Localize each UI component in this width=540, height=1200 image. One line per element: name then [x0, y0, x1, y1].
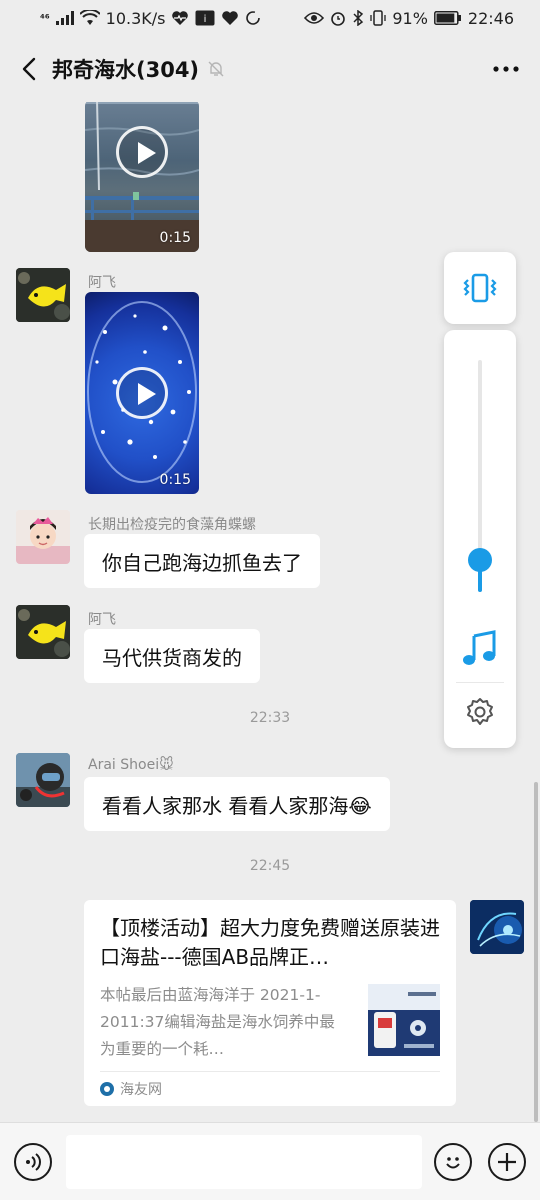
- voice-input-icon[interactable]: [14, 1143, 52, 1181]
- play-icon[interactable]: [116, 126, 168, 178]
- sender-name: 阿飞: [88, 275, 116, 291]
- network-type: ⁴⁶: [40, 11, 50, 25]
- vibrate-mode-button[interactable]: [444, 252, 516, 324]
- plus-icon[interactable]: [488, 1143, 526, 1181]
- message-text: 马代供货商发的: [102, 645, 242, 670]
- settings-gear-icon[interactable]: [464, 696, 496, 728]
- vibrate-status-icon: [370, 10, 386, 26]
- video-duration: 0:15: [159, 472, 191, 488]
- network-speed: 10.3K/s: [105, 8, 166, 28]
- heart-rate-icon: [172, 11, 189, 25]
- volume-slider-thumb[interactable]: [468, 547, 492, 572]
- app-notification-icon: i: [195, 10, 215, 26]
- text-message[interactable]: 看看人家那水 看看人家那海😂: [84, 777, 390, 831]
- chat-header: 邦奇海水(304): [0, 36, 540, 102]
- music-note-icon[interactable]: [460, 628, 500, 668]
- signal-icon: [55, 11, 74, 25]
- emoji-icon[interactable]: [434, 1143, 472, 1181]
- alarm-icon: [331, 12, 346, 26]
- back-icon[interactable]: [14, 49, 44, 89]
- sender-name: 长期出检疫完的食藻角蝶螺: [88, 517, 256, 533]
- vibrate-icon: [463, 273, 497, 303]
- heart-icon: [222, 11, 239, 25]
- chat-title: 邦奇海水(304): [52, 58, 200, 82]
- sender-name: 阿飞: [88, 612, 116, 628]
- timestamp: 22:45: [249, 858, 291, 874]
- card-thumbnail: [368, 984, 440, 1056]
- avatar[interactable]: [16, 268, 70, 322]
- source-logo-icon: [100, 1082, 114, 1096]
- avatar[interactable]: [470, 900, 524, 954]
- card-title: 【顶楼活动】超大力度免费赠送原装进口海盐---德国AB品牌正…: [100, 916, 440, 969]
- message-input[interactable]: [66, 1135, 422, 1189]
- avatar[interactable]: [16, 605, 70, 659]
- video-duration: 0:15: [159, 230, 191, 246]
- loading-icon: [246, 11, 261, 25]
- battery-icon: [433, 11, 461, 25]
- video-message[interactable]: 0:15: [85, 102, 199, 252]
- panel-divider: [456, 682, 504, 683]
- text-message[interactable]: 你自己跑海边抓鱼去了: [84, 534, 320, 588]
- eye-icon: [304, 12, 325, 24]
- status-right: 91% 22:46: [304, 9, 514, 28]
- bluetooth-icon: [353, 10, 364, 26]
- status-left: ⁴⁶ 10.3K/s i: [40, 9, 261, 28]
- card-body: 本帖最后由蓝海海洋于 2021-1-2011:37编辑海盐是海水饲养中最为重要的…: [100, 982, 440, 1063]
- message-text: 看看人家那水 看看人家那海😂: [102, 793, 372, 818]
- input-bar: [0, 1122, 540, 1200]
- message-text: 你自己跑海边抓鱼去了: [102, 550, 302, 575]
- scrollbar[interactable]: [534, 782, 538, 1122]
- video-message[interactable]: 0:15: [85, 292, 199, 494]
- clock: 22:46: [467, 8, 514, 28]
- more-options-icon[interactable]: [486, 49, 526, 89]
- volume-panel: [444, 330, 516, 748]
- battery-percent: 91%: [392, 8, 428, 28]
- avatar[interactable]: [16, 510, 70, 564]
- avatar[interactable]: [16, 753, 70, 807]
- play-icon[interactable]: [116, 367, 168, 419]
- text-message[interactable]: 马代供货商发的: [84, 629, 260, 683]
- card-description: 本帖最后由蓝海海洋于 2021-1-2011:37编辑海盐是海水饲养中最为重要的…: [100, 986, 335, 1058]
- wifi-icon: [79, 10, 100, 25]
- status-bar: ⁴⁶ 10.3K/s i 91% 22:46: [0, 0, 540, 36]
- link-card-message[interactable]: 【顶楼活动】超大力度免费赠送原装进口海盐---德国AB品牌正… 本帖最后由蓝海海…: [84, 900, 456, 1106]
- sender-name: Arai Shoei🐭: [88, 757, 174, 773]
- svg-text:i: i: [204, 14, 207, 25]
- card-source: 海友网: [100, 1071, 440, 1106]
- card-source-name: 海友网: [120, 1082, 162, 1098]
- mute-bell-icon: [207, 60, 225, 78]
